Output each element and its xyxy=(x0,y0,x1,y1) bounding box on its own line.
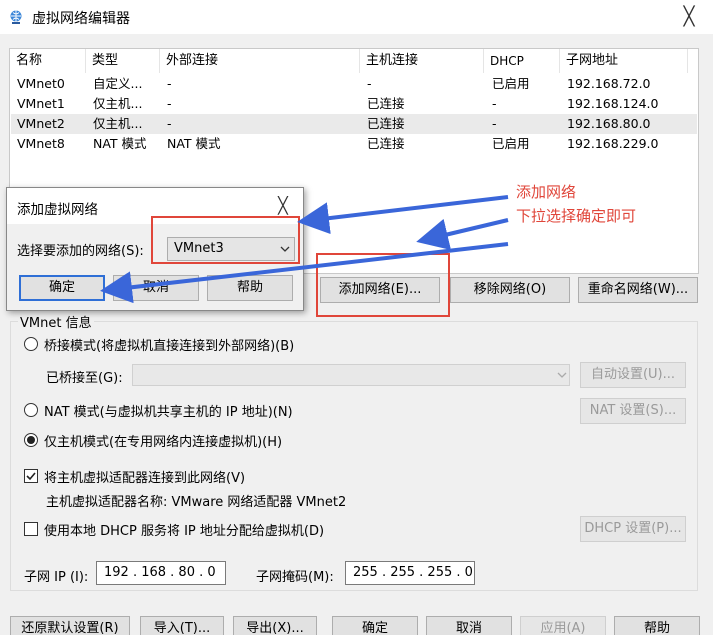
virtual-network-editor-window: 虚拟网络编辑器 ╳ 名称 类型 外部连接 主机连接 DHCP 子网地址 VMne… xyxy=(0,0,713,635)
annotation-arrows xyxy=(100,195,509,304)
arrow-to-dialog-ok xyxy=(100,242,509,304)
arrow-to-select xyxy=(297,195,509,235)
arrow-to-add-network xyxy=(416,218,509,251)
